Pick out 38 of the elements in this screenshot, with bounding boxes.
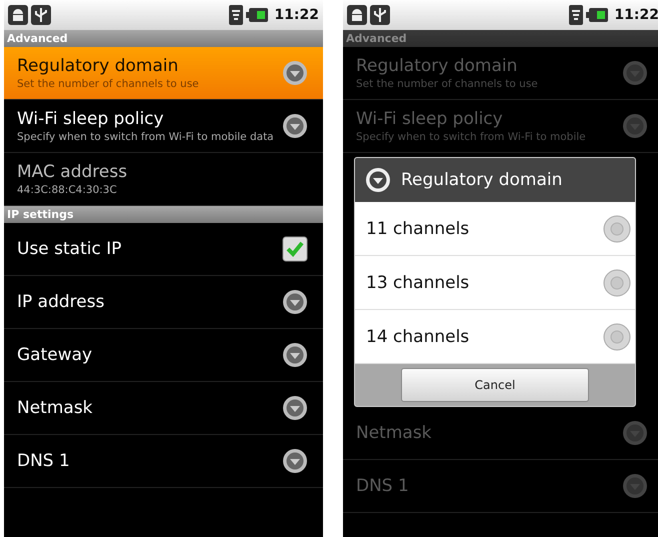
battery-icon: [246, 8, 268, 22]
radio-button[interactable]: [603, 214, 631, 242]
option-label: 11 channels: [366, 218, 470, 238]
radio-button[interactable]: [603, 322, 631, 350]
preference-title: Regulatory domain: [17, 56, 180, 76]
preference-title: IP address: [17, 292, 106, 312]
clock-time: 11:22: [274, 7, 319, 23]
preference-summary: Specify when to switch from Wi-Fi to mobile: [356, 130, 587, 144]
preference-title: Gateway: [17, 345, 94, 365]
preference-summary: 44:3C:88:C4:30:3C: [17, 184, 118, 196]
preference-summary: Specify when to switch from Wi-Fi to mobile data: [17, 130, 275, 144]
checkbox[interactable]: [282, 236, 308, 262]
preference-title: Wi-Fi sleep policy: [17, 108, 165, 128]
preference-title: DNS 1: [356, 476, 410, 496]
preference-summary: Set the number of channels to use: [356, 78, 539, 90]
preference-title: Netmask: [17, 398, 94, 418]
dialog-option[interactable]: 11 channels: [355, 202, 635, 256]
section-header: IP settings: [4, 206, 323, 223]
preference-title: DNS 1: [17, 451, 71, 471]
preference-title: MAC address: [17, 162, 128, 182]
preference-title: Netmask: [356, 423, 433, 443]
section-header: Advanced: [4, 30, 323, 47]
preference-row[interactable]: Regulatory domain Set the number of channels to use: [4, 47, 323, 100]
preference-title: Wi-Fi sleep policy: [356, 108, 504, 128]
preference-summary: Set the number of channels to use: [17, 78, 200, 90]
clock-time: 11:22: [614, 7, 658, 23]
dialog-option[interactable]: 13 channels: [355, 256, 635, 310]
radio-button[interactable]: [603, 268, 631, 296]
section-header: Advanced: [343, 30, 658, 47]
battery-icon: [586, 8, 608, 22]
preference-title: Use static IP: [17, 239, 123, 259]
cancel-button[interactable]: Cancel: [401, 368, 589, 402]
option-label: 14 channels: [366, 326, 470, 346]
usb-icon: [370, 5, 390, 25]
option-label: 13 channels: [366, 272, 470, 292]
preference-title: Regulatory domain: [356, 56, 518, 76]
dialog-title: Regulatory domain: [401, 170, 562, 190]
usb-icon: [31, 5, 51, 25]
